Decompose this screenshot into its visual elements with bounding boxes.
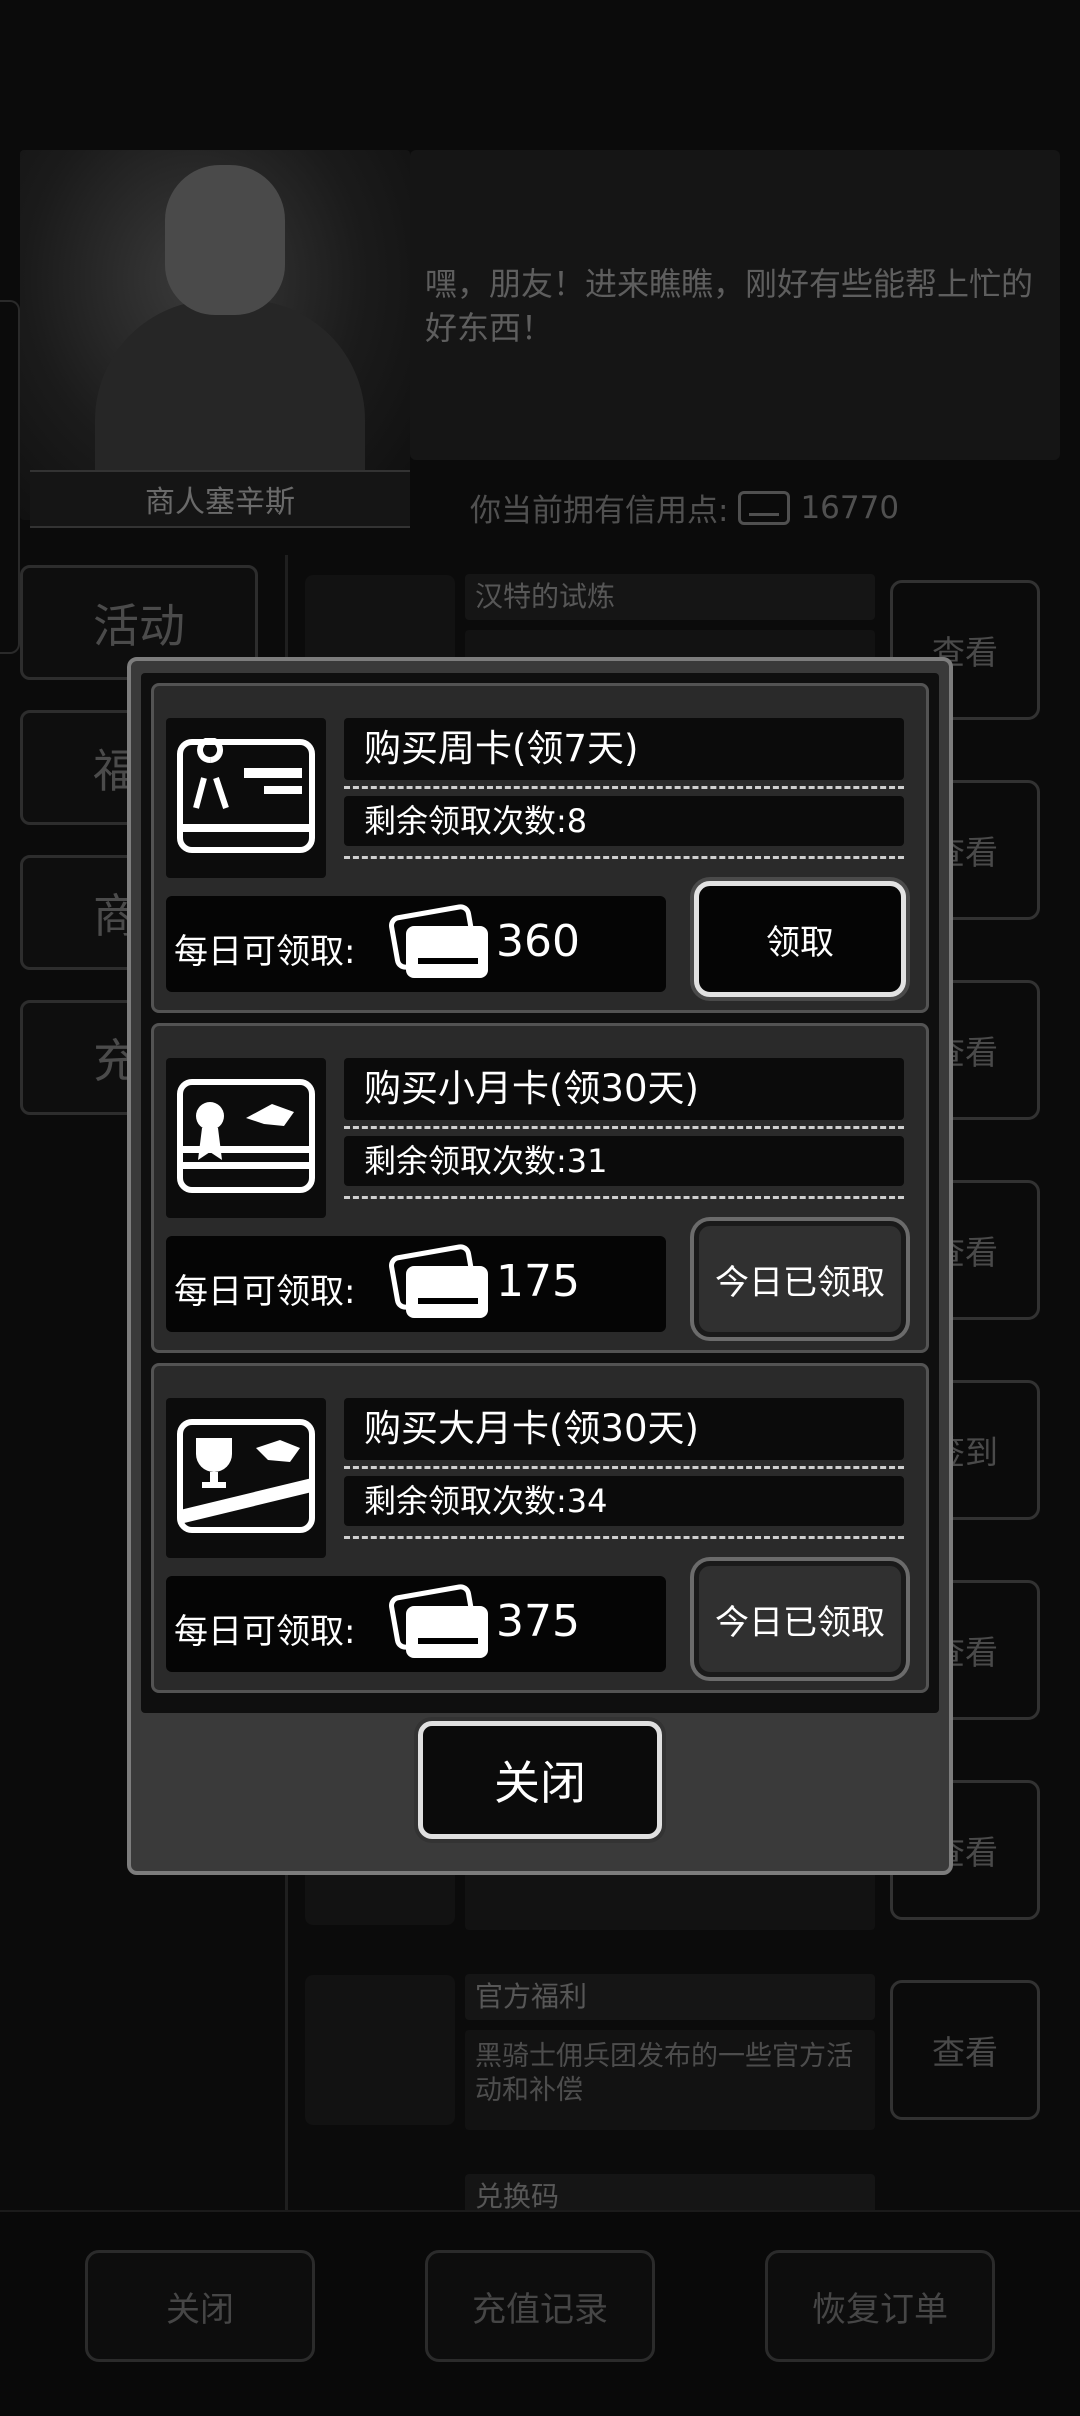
credit-balance: 你当前拥有信用点: 16770 — [470, 485, 899, 530]
remaining-count: 剩余领取次数:31 — [344, 1136, 904, 1186]
daily-label: 每日可领取: — [174, 1612, 356, 1652]
view-button[interactable]: 查看 — [890, 1980, 1040, 2120]
list-item-title: 官方福利 — [465, 1974, 875, 2020]
credit-value: 16770 — [800, 489, 900, 526]
claimed-today-button[interactable]: 今日已领取 — [694, 1561, 906, 1677]
side-drawer-handle[interactable] — [0, 300, 20, 654]
divider — [344, 1536, 904, 1539]
remaining-count: 剩余领取次数:34 — [344, 1476, 904, 1526]
list-item: 官方福利 黑骑士佣兵团发布的一些官方活动和补偿 查看 — [305, 1960, 1070, 2140]
daily-reward: 每日可领取: 175 — [166, 1236, 666, 1332]
divider — [344, 1196, 904, 1199]
list-item-title: 汉特的试炼 — [465, 574, 875, 620]
restore-orders-button[interactable]: 恢复订单 — [765, 2250, 995, 2362]
close-button[interactable]: 关闭 — [85, 2250, 315, 2362]
daily-value: 375 — [496, 1596, 580, 1647]
divider — [344, 1466, 904, 1469]
medal-card-icon — [166, 1058, 326, 1218]
divider — [344, 786, 904, 789]
claim-button[interactable]: 领取 — [694, 881, 906, 997]
trophy-card-icon — [166, 1398, 326, 1558]
credit-label: 你当前拥有信用点: — [470, 493, 729, 529]
divider — [344, 1126, 904, 1129]
card-claim-modal: 购买周卡(领7天) 剩余领取次数:8 每日可领取: 360 领取 购买小月卡(领… — [127, 657, 953, 1875]
credit-card-icon — [388, 1244, 492, 1328]
ribbon-card-icon — [166, 718, 326, 878]
daily-value: 175 — [496, 1256, 580, 1307]
divider — [344, 856, 904, 859]
list-item-title: 兑换码 — [465, 2174, 875, 2210]
credit-card-icon — [388, 1584, 492, 1668]
merchant-greeting: 嘿，朋友！进来瞧瞧，刚好有些能帮上忙的好东西！ — [425, 265, 1034, 347]
week-card-panel: 购买周卡(领7天) 剩余领取次数:8 每日可领取: 360 领取 — [151, 683, 929, 1013]
gift-box-icon — [305, 1975, 455, 2125]
card-title: 购买周卡(领7天) — [344, 718, 904, 780]
list-item-desc: 黑骑士佣兵团发布的一些官方活动和补偿 — [465, 2030, 875, 2130]
daily-label: 每日可领取: — [174, 932, 356, 972]
daily-label: 每日可领取: — [174, 1272, 356, 1312]
daily-reward: 每日可领取: 375 — [166, 1576, 666, 1672]
card-title: 购买小月卡(领30天) — [344, 1058, 904, 1120]
remaining-count: 剩余领取次数:8 — [344, 796, 904, 846]
tab-label: 活动 — [93, 598, 185, 653]
credit-card-icon — [738, 490, 791, 525]
daily-reward: 每日可领取: 360 — [166, 896, 666, 992]
big-month-card-panel: 购买大月卡(领30天) 剩余领取次数:34 每日可领取: 375 今日已领取 — [151, 1363, 929, 1693]
merchant-head — [165, 165, 285, 315]
modal-close-button[interactable]: 关闭 — [418, 1721, 662, 1839]
small-month-card-panel: 购买小月卡(领30天) 剩余领取次数:31 每日可领取: 175 今日已领取 — [151, 1023, 929, 1353]
credit-card-icon — [388, 904, 492, 988]
card-list: 购买周卡(领7天) 剩余领取次数:8 每日可领取: 360 领取 购买小月卡(领… — [141, 673, 939, 1713]
card-title: 购买大月卡(领30天) — [344, 1398, 904, 1460]
daily-value: 360 — [496, 916, 580, 967]
claimed-today-button[interactable]: 今日已领取 — [694, 1221, 906, 1337]
list-item: 兑换码 — [305, 2160, 1070, 2210]
recharge-history-button[interactable]: 充值记录 — [425, 2250, 655, 2362]
merchant-name: 商人塞辛斯 — [30, 470, 410, 528]
